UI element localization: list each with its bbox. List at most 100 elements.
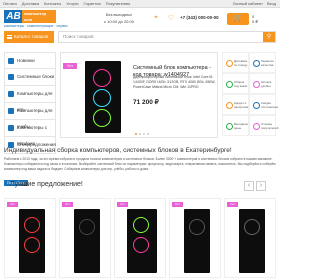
cart-button[interactable]: 🛒 [227, 13, 249, 25]
sidebar-item-label: Системные блоки [17, 74, 55, 79]
feature-icon [253, 102, 260, 109]
feature-text: Гарантия качества [261, 59, 274, 67]
sidebar-item-system-units[interactable]: Системные блоки [4, 69, 56, 86]
logo-mark: AB [4, 10, 23, 23]
feature-icon [226, 81, 233, 88]
search-icon[interactable]: ⚲ [263, 32, 275, 42]
account-link[interactable]: Личный кабинет [233, 1, 263, 6]
seo-text: Работаем с 2010 года, за это время собра… [4, 157, 276, 171]
feature-text: Выгодные цены [234, 122, 249, 130]
slider-dot[interactable] [139, 133, 141, 135]
sidebar-item-gaming[interactable]: Компьютеры для игр [4, 86, 56, 112]
product-card[interactable]: Хит [4, 198, 56, 278]
slider-dot[interactable] [135, 133, 137, 135]
hit-badge: Хит [62, 202, 73, 207]
hit-badge: Хит [63, 63, 77, 69]
search-input[interactable]: Поиск товаров ⚲ [58, 31, 276, 43]
feature-item[interactable]: Сборка под заказ [222, 73, 249, 94]
pc-case-image [85, 61, 121, 133]
sidebar-item-windows[interactable]: Компьютеры с Windows [4, 120, 56, 146]
feature-item[interactable]: Доставка по городу [222, 52, 249, 73]
category-icon [8, 108, 14, 114]
logo-name: компьютер шоп [22, 10, 56, 23]
slider-dot[interactable] [147, 133, 149, 135]
feature-text: Скидки постоянным [261, 101, 278, 109]
feature-text: Доставка по городу [234, 59, 248, 67]
top-links: Оплата Доставка Контакты Услуги Гарантия… [3, 1, 130, 6]
chevron-right-icon[interactable]: › [256, 181, 266, 191]
product-card[interactable]: Хит [114, 198, 166, 278]
category-sidebar: Новинки Системные блоки Компьютеры для и… [4, 52, 56, 154]
header: AB компьютер шоп компьютеры · комплектую… [0, 8, 280, 30]
best-offers-title: Лучшие предложение! [10, 181, 83, 188]
seo-title: Индивидуальная сборка компьютеров, систе… [4, 147, 232, 154]
menu-icon [7, 35, 12, 39]
category-icon [8, 125, 14, 131]
cart-sum: 0 ₽ [252, 19, 258, 24]
header-icons: ⌖ ♡ [152, 13, 175, 23]
catalog-button[interactable]: Каталог товаров [4, 31, 54, 43]
category-icon [8, 58, 14, 64]
carousel-arrows: ‹ › [244, 181, 266, 191]
feature-icon [226, 123, 233, 130]
catalog-label: Каталог товаров [14, 34, 49, 39]
top-link-payment[interactable]: Оплата [3, 1, 17, 6]
slider-dot[interactable] [143, 133, 145, 135]
promo-banner[interactable]: Хит Системный блок компьютера - код това… [60, 52, 218, 138]
banner-price: 71 200 ₽ [133, 99, 159, 106]
sidebar-item-label: Новинки [17, 58, 35, 63]
top-link-customers[interactable]: Покупателям [106, 1, 130, 6]
product-card[interactable]: Хит [59, 198, 111, 278]
feature-icon [253, 60, 260, 67]
cart-info: 0 0 ₽ [252, 14, 258, 24]
account-links: Личный кабинет Вход [233, 1, 276, 6]
feature-item[interactable]: Выгодные цены [222, 115, 249, 136]
hit-badge: Хит [117, 202, 128, 207]
feature-item[interactable]: Кредит и рассрочка [222, 94, 249, 115]
feature-icon [253, 123, 260, 130]
feature-text: Сборка под заказ [234, 80, 248, 88]
category-icon [8, 91, 14, 97]
product-card[interactable]: Хит [169, 198, 221, 278]
feature-text: Оплата удобно [261, 80, 272, 88]
logo[interactable]: AB компьютер шоп компьютеры · комплектую… [4, 10, 68, 28]
feature-text: Кредит и рассрочка [234, 101, 249, 109]
pc-case-image [127, 209, 157, 273]
feature-item[interactable]: Отзывы покупателей [249, 115, 278, 136]
top-link-delivery[interactable]: Доставка [22, 1, 39, 6]
hit-badge: Хит [7, 202, 18, 207]
features-grid: Доставка по городу Гарантия качества Сбо… [222, 52, 278, 138]
slider-dots [135, 133, 149, 135]
sidebar-item-study[interactable]: Компьютеры для учебы [4, 103, 56, 129]
logo-tagline: компьютеры · комплектующие · сервис [4, 24, 68, 28]
nav-row: Каталог товаров Поиск товаров ⚲ [0, 30, 280, 44]
top-link-contacts[interactable]: Контакты [44, 1, 61, 6]
chevron-left-icon[interactable]: ‹ [244, 181, 254, 191]
sidebar-item-new[interactable]: Новинки [4, 52, 56, 69]
pc-case-image [19, 209, 45, 273]
location-icon[interactable]: ⌖ [152, 13, 160, 23]
feature-icon [226, 60, 233, 67]
feature-icon [253, 81, 260, 88]
login-link[interactable]: Вход [267, 1, 276, 6]
top-link-warranty[interactable]: Гарантия [84, 1, 101, 6]
top-link-services[interactable]: Услуги [66, 1, 78, 6]
product-card[interactable]: Хит [224, 198, 276, 278]
pc-case-image [74, 209, 100, 273]
pc-case-image [184, 209, 210, 273]
work-hours: Без выходных с 10:00 до 20:00 [104, 12, 134, 24]
feature-item[interactable]: Скидки постоянным [249, 94, 278, 115]
work-hours-line1: Без выходных [105, 12, 133, 17]
category-icon [8, 74, 14, 80]
heart-icon[interactable]: ♡ [167, 13, 175, 23]
search-placeholder: Поиск товаров [63, 34, 94, 39]
top-bar: Оплата Доставка Контакты Услуги Гарантия… [0, 0, 280, 8]
hit-badge: Хит [172, 202, 183, 207]
phone-number[interactable]: +7 (343) 000-00-00 [180, 15, 219, 20]
cart-icon: 🛒 [233, 15, 243, 22]
feature-item[interactable]: Гарантия качества [249, 52, 276, 73]
pc-case-image [239, 209, 265, 273]
banner-desc: Двухпроцессорный системный блок: Intel C… [133, 75, 216, 89]
feature-item[interactable]: Оплата удобно [249, 73, 276, 94]
work-hours-line2: с 10:00 до 20:00 [104, 19, 134, 24]
